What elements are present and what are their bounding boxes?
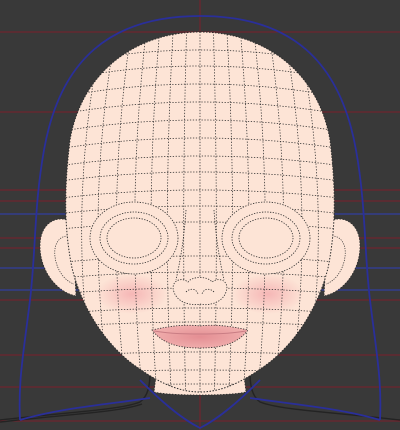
blush-left	[96, 274, 168, 314]
eye-right	[221, 201, 311, 275]
face-mesh	[65, 31, 335, 393]
blush-right	[232, 274, 304, 314]
viewport-canvas[interactable]	[0, 0, 400, 430]
eye-left	[89, 201, 179, 275]
3d-viewport[interactable]	[0, 0, 400, 430]
